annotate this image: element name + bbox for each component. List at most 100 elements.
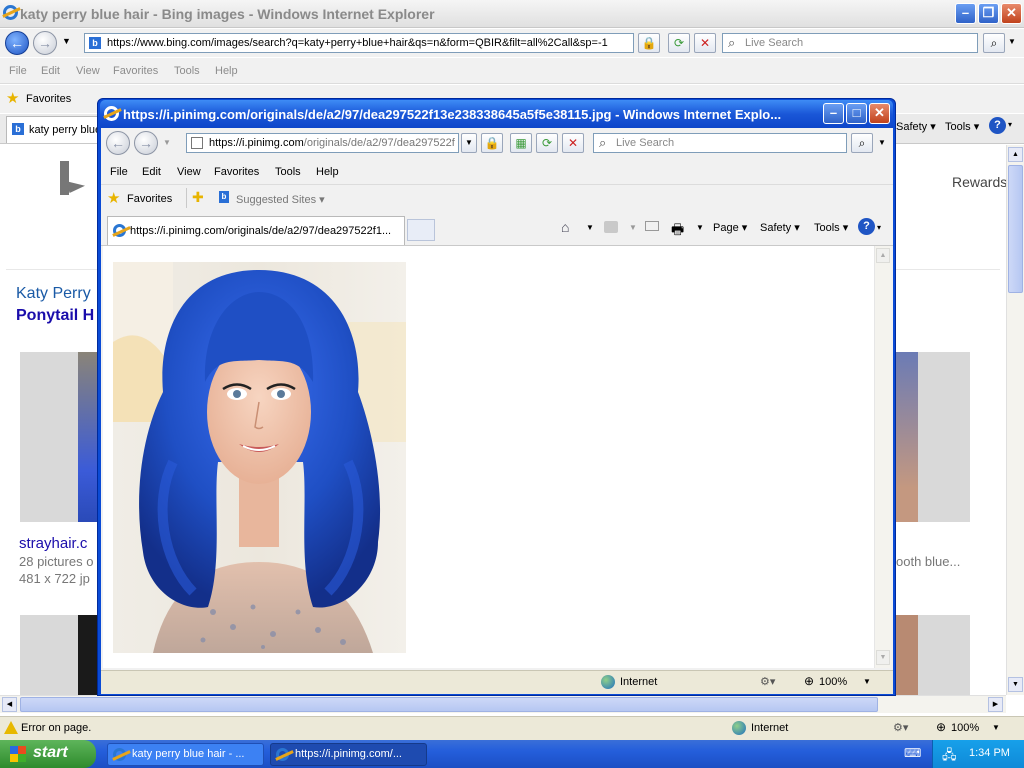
main-search-field[interactable]: ⌕ Live Search (722, 33, 978, 53)
forward-button[interactable]: → (33, 31, 57, 55)
recent-pages-dropdown-icon[interactable]: ▼ (62, 36, 71, 46)
main-safety-menu[interactable]: Safety ▾ (896, 120, 936, 133)
popup-address-dropdown-icon[interactable]: ▼ (461, 133, 477, 153)
main-hscroll-thumb[interactable] (20, 697, 878, 712)
popup-search-field[interactable]: ⌕ Live Search (593, 133, 847, 153)
popup-back-button[interactable]: ← (106, 131, 130, 155)
popup-help-icon[interactable]: ? (858, 218, 875, 235)
scroll-right-icon[interactable]: ▶ (988, 697, 1003, 712)
help-dropdown-icon[interactable]: ▾ (1008, 120, 1012, 129)
home-dropdown-icon[interactable]: ▼ (586, 223, 594, 232)
network-tray-icon[interactable]: 🖧 (942, 746, 957, 768)
popup-address-field[interactable]: https://i.pinimg.com/originals/de/a2/97/… (186, 133, 459, 153)
popup-zoom-dropdown-icon[interactable]: ▼ (863, 677, 871, 686)
back-button[interactable]: ← (5, 31, 29, 55)
keyboard-tray-icon[interactable]: ⌨ (904, 746, 921, 760)
popup-stop-icon[interactable]: ✕ (562, 133, 584, 153)
result-source-link[interactable]: strayhair.c (19, 535, 87, 552)
home-icon[interactable]: ⌂ (561, 219, 569, 235)
result-thumbnail-right[interactable] (896, 352, 970, 522)
popup-minimize-button[interactable]: – (823, 103, 844, 124)
popup-protected-mode-icon[interactable]: ⚙▾ (760, 675, 775, 688)
popup-scroll-up-icon[interactable]: ▲ (876, 248, 890, 263)
main-horizontal-scrollbar[interactable]: ◀ ▶ (0, 695, 1006, 713)
result-thumbnail-left[interactable] (20, 352, 100, 522)
feeds-dropdown-icon[interactable]: ▼ (629, 223, 637, 232)
popup-menu-favorites[interactable]: Favorites (214, 166, 259, 178)
popup-menu-edit[interactable]: Edit (142, 166, 161, 178)
zoom-icon[interactable]: ⊕ (936, 720, 946, 734)
new-tab-button[interactable] (407, 219, 435, 241)
lock-icon[interactable]: 🔒 (638, 33, 660, 53)
popup-safety-menu[interactable]: Safety ▾ (760, 221, 800, 234)
status-message[interactable]: Error on page. (21, 722, 91, 734)
popup-favorites-button[interactable]: Favorites (127, 193, 172, 205)
warning-icon[interactable] (4, 721, 18, 734)
menu-view[interactable]: View (76, 65, 100, 77)
protected-mode-icon[interactable]: ⚙▾ (893, 721, 908, 734)
popup-close-button[interactable]: ✕ (869, 103, 890, 124)
popup-menu-help[interactable]: Help (316, 166, 339, 178)
popup-title-bar[interactable]: https://i.pinimg.com/originals/de/a2/97/… (100, 100, 893, 128)
taskbar-item-bing[interactable]: katy perry blue hair - ... (107, 743, 264, 766)
popup-zoom-level[interactable]: 100% (819, 676, 847, 688)
popup-maximize-button[interactable]: □ (846, 103, 867, 124)
maximize-button[interactable]: ❐ (978, 3, 999, 24)
popup-lock-icon[interactable]: 🔒 (481, 133, 503, 153)
taskbar-item-pinimg[interactable]: https://i.pinimg.com/... (270, 743, 427, 766)
clock[interactable]: 1:34 PM (969, 747, 1010, 759)
menu-edit[interactable]: Edit (41, 65, 60, 77)
popup-forward-button[interactable]: → (134, 131, 158, 155)
compat-view-icon[interactable]: ▦ (510, 133, 532, 153)
search-go-button[interactable]: ⌕ (983, 33, 1005, 53)
main-favorites-button[interactable]: Favorites (26, 93, 71, 105)
rewards-link[interactable]: Rewards (952, 174, 1006, 190)
popup-search-go-button[interactable]: ⌕ (851, 133, 873, 153)
main-address-field[interactable]: b https://www.bing.com/images/search?q=k… (84, 33, 634, 53)
popup-scroll-down-icon[interactable]: ▼ (876, 650, 890, 665)
feeds-icon[interactable] (604, 221, 618, 233)
main-vertical-scrollbar[interactable]: ▲ ▼ (1006, 145, 1024, 695)
menu-tools[interactable]: Tools (174, 65, 200, 77)
start-button[interactable]: start (0, 740, 96, 768)
popup-search-options-icon[interactable]: ▼ (878, 138, 886, 147)
read-mail-icon[interactable] (645, 221, 659, 231)
popup-refresh-icon[interactable]: ⟳ (536, 133, 558, 153)
scroll-left-icon[interactable]: ◀ (2, 697, 17, 712)
popup-vertical-scrollbar[interactable]: ▲ ▼ (874, 246, 891, 668)
result-thumbnail-left-2[interactable] (20, 615, 100, 695)
result-title-line-1[interactable]: Katy Perry (16, 285, 91, 303)
search-options-icon[interactable]: ▼ (1008, 37, 1016, 46)
popup-help-dropdown-icon[interactable]: ▾ (877, 223, 881, 232)
popup-page-menu[interactable]: Page ▾ (713, 221, 747, 234)
result-thumbnail-right-2[interactable] (896, 615, 970, 695)
popup-menu-view[interactable]: View (177, 166, 201, 178)
menu-file[interactable]: File (9, 65, 27, 77)
close-button[interactable]: ✕ (1001, 3, 1022, 24)
result-title-line-2[interactable]: Ponytail H (16, 307, 94, 325)
popup-tab-active[interactable]: https://i.pinimg.com/originals/de/a2/97/… (107, 216, 405, 245)
main-tab-active[interactable]: b katy perry blue (6, 116, 101, 143)
suggested-sites-button[interactable]: Suggested Sites ▾ (236, 193, 325, 206)
popup-recent-dropdown-icon[interactable]: ▼ (163, 138, 171, 147)
zoom-dropdown-icon[interactable]: ▼ (992, 723, 1000, 732)
menu-favorites[interactable]: Favorites (113, 65, 158, 77)
print-icon[interactable]: 🖶 (671, 219, 684, 243)
print-dropdown-icon[interactable]: ▼ (696, 223, 704, 232)
popup-tools-menu[interactable]: Tools ▾ (814, 221, 848, 234)
main-tools-menu[interactable]: Tools ▾ (945, 120, 979, 133)
bing-logo-icon[interactable] (60, 161, 86, 197)
help-icon[interactable]: ? (989, 117, 1006, 134)
add-favorite-icon[interactable]: ✚ (192, 189, 204, 206)
right-result-caption[interactable]: ooth blue... (896, 554, 960, 569)
refresh-icon[interactable]: ⟳ (668, 33, 690, 53)
main-vscroll-thumb[interactable] (1008, 165, 1023, 293)
minimize-button[interactable]: – (955, 3, 976, 24)
scroll-down-icon[interactable]: ▼ (1008, 677, 1023, 692)
popup-menu-file[interactable]: File (110, 166, 128, 178)
popup-zoom-icon[interactable]: ⊕ (804, 674, 814, 688)
katy-perry-photo[interactable] (113, 262, 406, 653)
menu-help[interactable]: Help (215, 65, 238, 77)
scroll-up-icon[interactable]: ▲ (1008, 147, 1023, 162)
stop-icon[interactable]: ✕ (694, 33, 716, 53)
